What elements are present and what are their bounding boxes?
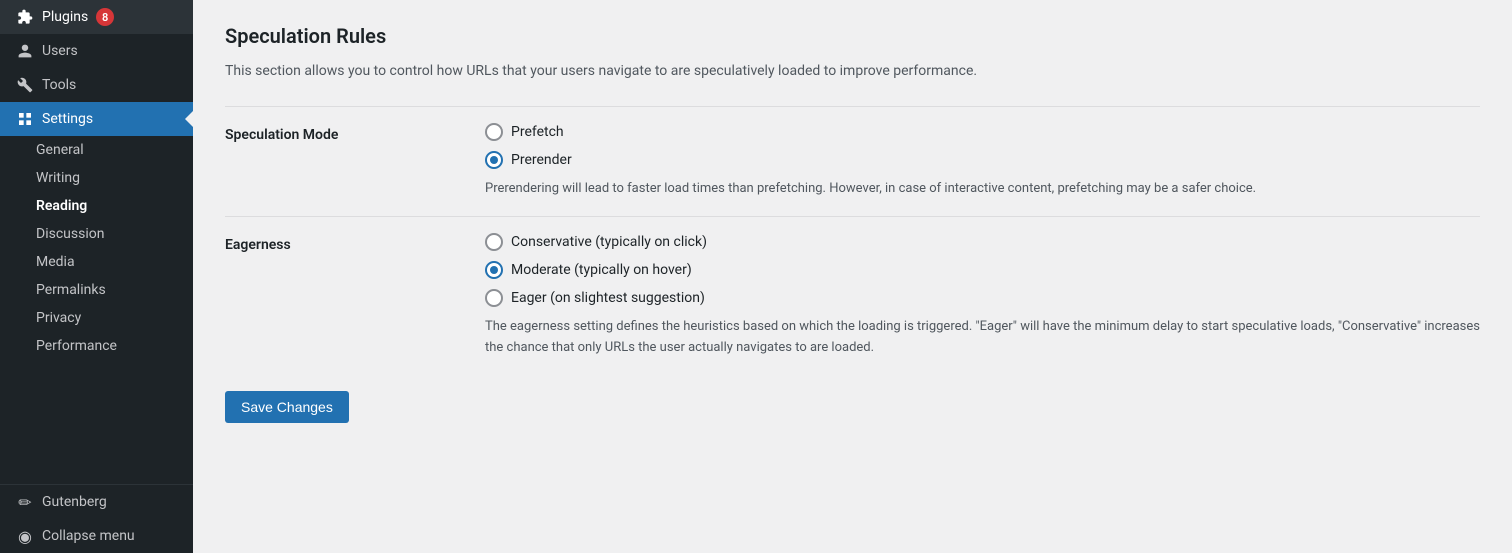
speculation-mode-control: Prefetch Prerender Prerendering will lea… <box>485 123 1480 200</box>
sidebar-item-plugins[interactable]: Plugins 8 <box>0 0 193 34</box>
radio-prefetch-label: Prefetch <box>511 124 564 140</box>
radio-moderate-label: Moderate (typically on hover) <box>511 262 692 278</box>
sidebar-item-media[interactable]: Media <box>0 248 193 276</box>
radio-prerender[interactable]: Prerender <box>485 151 1480 169</box>
sidebar-item-performance[interactable]: Performance <box>0 332 193 360</box>
radio-prerender-input[interactable] <box>485 151 503 169</box>
sidebar-item-permalinks[interactable]: Permalinks <box>0 276 193 304</box>
radio-conservative-label: Conservative (typically on click) <box>511 234 707 250</box>
collapse-icon: ◉ <box>16 527 34 545</box>
radio-eager[interactable]: Eager (on slightest suggestion) <box>485 289 1480 307</box>
section-description: This section allows you to control how U… <box>225 60 1480 82</box>
radio-prerender-label: Prerender <box>511 152 572 168</box>
sidebar-item-gutenberg[interactable]: ✏ Gutenberg <box>0 485 193 519</box>
page-title: Speculation Rules <box>225 24 1480 48</box>
settings-icon <box>16 110 34 128</box>
tools-icon <box>16 76 34 94</box>
main-content: Speculation Rules This section allows yo… <box>193 0 1512 553</box>
sidebar-item-settings[interactable]: Settings <box>0 102 193 136</box>
speculation-mode-helper: Prerendering will lead to faster load ti… <box>485 179 1480 200</box>
tools-label: Tools <box>42 77 76 93</box>
plugins-badge: 8 <box>96 8 114 26</box>
radio-prefetch[interactable]: Prefetch <box>485 123 1480 141</box>
radio-eager-input[interactable] <box>485 289 503 307</box>
radio-prefetch-input[interactable] <box>485 123 503 141</box>
speculation-mode-row: Speculation Mode Prefetch Prerender Prer… <box>225 106 1480 216</box>
users-icon <box>16 42 34 60</box>
sidebar-item-tools[interactable]: Tools <box>0 68 193 102</box>
radio-eager-label: Eager (on slightest suggestion) <box>511 290 705 306</box>
radio-conservative-input[interactable] <box>485 233 503 251</box>
eagerness-label: Eagerness <box>225 233 485 253</box>
radio-moderate[interactable]: Moderate (typically on hover) <box>485 261 1480 279</box>
settings-label: Settings <box>42 111 93 127</box>
eagerness-row: Eagerness Conservative (typically on cli… <box>225 216 1480 375</box>
sidebar-item-writing[interactable]: Writing <box>0 164 193 192</box>
gutenberg-label: Gutenberg <box>42 494 107 510</box>
eagerness-helper: The eagerness setting defines the heuris… <box>485 317 1480 359</box>
plugins-icon <box>16 8 34 26</box>
save-button[interactable]: Save Changes <box>225 391 349 423</box>
sidebar-item-collapse[interactable]: ◉ Collapse menu <box>0 519 193 553</box>
users-label: Users <box>42 43 78 59</box>
radio-conservative[interactable]: Conservative (typically on click) <box>485 233 1480 251</box>
plugins-label: Plugins <box>42 9 88 25</box>
settings-submenu: General Writing Reading Discussion Media… <box>0 136 193 360</box>
sidebar-item-reading[interactable]: Reading <box>0 192 193 220</box>
collapse-label: Collapse menu <box>42 528 135 544</box>
radio-moderate-input[interactable] <box>485 261 503 279</box>
sidebar-item-discussion[interactable]: Discussion <box>0 220 193 248</box>
gutenberg-icon: ✏ <box>16 493 34 511</box>
sidebar-item-general[interactable]: General <box>0 136 193 164</box>
settings-active-arrow <box>185 111 193 127</box>
speculation-mode-label: Speculation Mode <box>225 123 485 143</box>
sidebar-item-privacy[interactable]: Privacy <box>0 304 193 332</box>
sidebar: Plugins 8 Users Tools Settings General W… <box>0 0 193 553</box>
sidebar-bottom: ✏ Gutenberg ◉ Collapse menu <box>0 484 193 553</box>
sidebar-item-users[interactable]: Users <box>0 34 193 68</box>
eagerness-control: Conservative (typically on click) Modera… <box>485 233 1480 359</box>
